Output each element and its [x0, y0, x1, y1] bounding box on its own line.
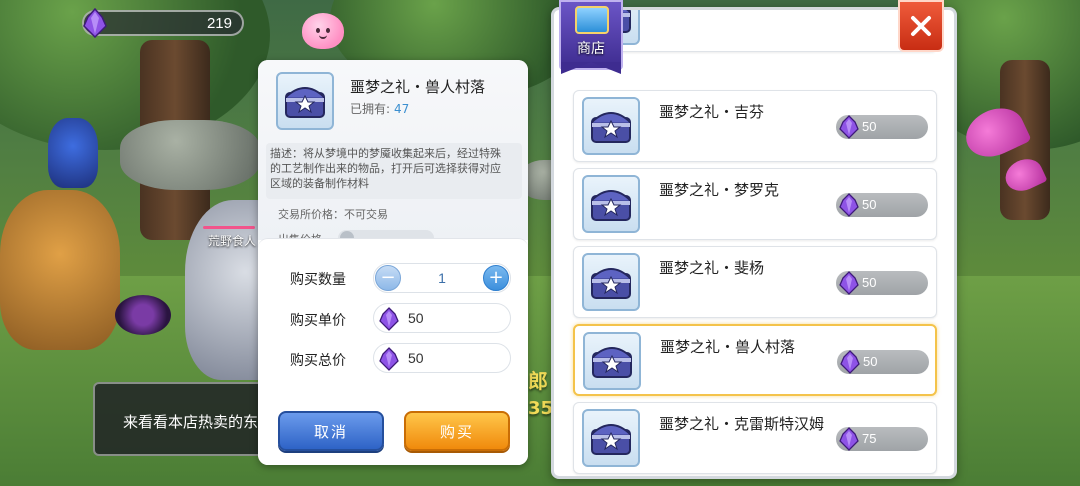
shop-item[interactable]: 噩梦之礼・梦罗克 50: [573, 168, 937, 240]
treasure-chest-icon: [591, 268, 631, 299]
treasure-chest-icon: [591, 112, 631, 143]
total-price-box: 50: [373, 343, 511, 373]
shop-item-list[interactable]: 噩梦之礼・吉芬 50 噩梦之礼・梦罗克 50 噩梦之礼・斐杨 50 噩梦之礼・兽人村落 50 噩…: [573, 10, 937, 476]
item-icon: [582, 175, 640, 233]
shop-panel: 噩梦之礼・吉芬 50 噩梦之礼・梦罗克 50 噩梦之礼・斐杨 50 噩梦之礼・兽人村落 50 噩…: [551, 7, 957, 479]
treasure-chest-icon: [592, 347, 632, 378]
item-icon: [582, 97, 640, 155]
shop-item-price: 50: [836, 193, 928, 217]
monster-character: [0, 190, 120, 350]
close-button[interactable]: [898, 0, 944, 52]
banner-tail: [561, 62, 621, 74]
poring-eye: [326, 28, 330, 33]
quantity-stepper: − 1 +: [373, 263, 511, 293]
player-character: [48, 118, 98, 188]
total-price-label: 购买总价: [290, 353, 346, 369]
currency-value: 219: [206, 15, 232, 32]
shop-item[interactable]: 噩梦之礼・斐杨 50: [573, 246, 937, 318]
treasure-chest-icon: [591, 424, 631, 455]
currency-bar: 219: [82, 7, 244, 39]
cancel-button[interactable]: 取消: [278, 411, 384, 451]
scene-label: 35: [528, 398, 554, 419]
shop-item-name: 噩梦之礼・兽人村落: [660, 338, 796, 356]
crystal-icon: [378, 347, 400, 374]
npc-name: 荒野食人: [208, 234, 257, 248]
treasure-chest-icon: [591, 190, 631, 221]
treasure-chest-icon: [285, 87, 325, 118]
shop-item[interactable]: 噩梦之礼・兽人村落 50: [573, 324, 937, 396]
item-icon: [276, 72, 334, 130]
item-owned: 已拥有: 47: [350, 100, 409, 117]
shop-item-price: 50: [836, 271, 928, 295]
shop-item-price: 75: [836, 427, 928, 451]
crystal-icon: [838, 115, 860, 142]
total-price-value: 50: [408, 350, 424, 366]
crystal-icon: [838, 427, 860, 454]
shop-chest-icon: [575, 6, 609, 34]
npc-dialog[interactable]: 来看看本店热卖的东西: [93, 382, 268, 456]
price-value: 50: [862, 119, 877, 134]
quantity-label: 购买数量: [290, 272, 346, 288]
crystal-icon: [838, 193, 860, 220]
poring-mouth: [319, 35, 327, 39]
shop-item-partial[interactable]: [573, 10, 937, 52]
item-detail-panel: 噩梦之礼・兽人村落 已拥有: 47 描述：将从梦境中的梦魇收集起来后，经过特殊的工…: [258, 60, 528, 465]
trade-price: 交易所价格：不可交易: [278, 208, 388, 221]
poring-eye: [316, 28, 320, 33]
unit-price-box: 50: [373, 303, 511, 333]
unit-price-label: 购买单价: [290, 313, 346, 329]
item-description: 描述：将从梦境中的梦魇收集起来后，经过特殊的工艺制作出来的物品，打开后可选择获得…: [270, 147, 501, 190]
price-value: 75: [862, 431, 877, 446]
shop-item-price: 50: [837, 350, 929, 374]
poring-mascot-icon: [302, 13, 344, 49]
owned-label: 已拥有:: [350, 102, 391, 116]
dialog-text: 来看看本店热卖的东西: [123, 414, 268, 431]
item-icon: [582, 253, 640, 311]
price-value: 50: [863, 354, 878, 369]
shop-item-price: 50: [836, 115, 928, 139]
scene-label: 郎: [528, 369, 548, 393]
buy-button[interactable]: 购买: [404, 411, 510, 451]
shop-item[interactable]: 噩梦之礼・吉芬 50: [573, 90, 937, 162]
shop-item-name: 噩梦之礼・克雷斯特汉姆: [659, 415, 825, 433]
item-icon: [583, 332, 641, 390]
price-value: 50: [862, 197, 877, 212]
close-icon: [911, 16, 931, 36]
crystal-icon: [378, 307, 400, 334]
item-title: 噩梦之礼・兽人村落: [350, 78, 486, 96]
crystal-icon: [838, 271, 860, 298]
shop-emblem: 商店: [559, 0, 623, 74]
owned-count: 47: [394, 102, 410, 116]
shop-item[interactable]: 噩梦之礼・克雷斯特汉姆 75: [573, 402, 937, 474]
item-icon: [582, 409, 640, 467]
shop-item-name: 噩梦之礼・吉芬: [659, 103, 765, 121]
shop-title: 商店: [577, 41, 605, 57]
shop-item-name: 噩梦之礼・梦罗克: [659, 181, 780, 199]
unit-price-value: 50: [408, 310, 424, 326]
shop-item-name: 噩梦之礼・斐杨: [659, 259, 765, 277]
rock: [120, 120, 260, 190]
npc-health-bar: [203, 226, 255, 229]
crystal-icon: [82, 7, 108, 42]
increase-quantity-button[interactable]: +: [483, 265, 509, 291]
crystal-icon: [839, 350, 861, 377]
price-value: 50: [862, 275, 877, 290]
spike-ball: [115, 295, 171, 335]
